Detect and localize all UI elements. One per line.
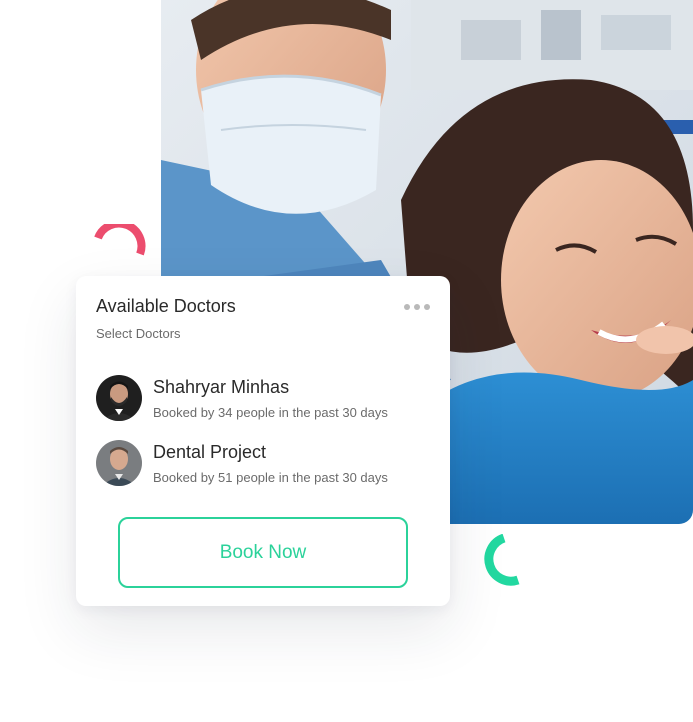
doctor-name: Shahryar Minhas [153,377,290,397]
doctor-avatar [96,440,142,486]
decorative-arc-pink-icon [94,224,146,256]
doctor-list-item[interactable]: Dental Project Booked by 51 people in th… [96,440,426,486]
doctor-booking-info: Booked by 51 people in the past 30 days [153,470,388,485]
more-dot [424,304,430,310]
doctor-name: Dental Project [153,442,267,462]
more-dot [404,304,410,310]
card-title: Available Doctors [96,296,236,316]
doctor-booking-info: Booked by 34 people in the past 30 days [153,405,388,420]
more-options-icon[interactable] [404,300,430,314]
card-subtitle: Select Doctors [96,326,181,341]
doctor-avatar [96,375,142,421]
page: Available Doctors Select Doctors Shahrya… [0,0,693,722]
more-dot [414,304,420,310]
decorative-arc-green-icon [484,534,520,586]
available-doctors-card: Available Doctors Select Doctors Shahrya… [76,276,450,606]
book-now-button[interactable]: Book Now [118,517,408,588]
doctor-list-item[interactable]: Shahryar Minhas Booked by 34 people in t… [96,375,426,421]
